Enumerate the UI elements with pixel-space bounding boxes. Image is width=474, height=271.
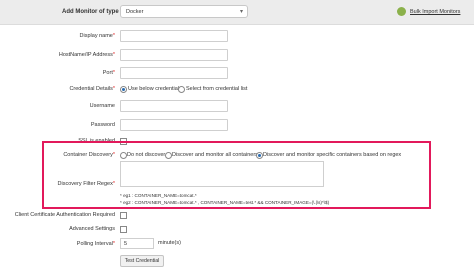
polling-interval-value: 5 xyxy=(124,241,128,247)
display-name-field[interactable] xyxy=(120,30,228,42)
discover-regex-radio[interactable] xyxy=(256,152,263,159)
advanced-settings-label: Advanced Settings xyxy=(69,226,115,232)
client-cert-checkbox[interactable] xyxy=(120,212,127,219)
polling-unit: minute(s) xyxy=(158,240,181,246)
filter-regex-label: Discovery Filter Regex* xyxy=(57,181,115,187)
discover-all-radio[interactable] xyxy=(165,152,172,159)
password-label: Password xyxy=(90,122,115,128)
monitor-type-value: Docker xyxy=(126,9,144,15)
username-field[interactable] xyxy=(120,100,228,112)
port-field[interactable] xyxy=(120,67,228,79)
page-title: Add Monitor of type xyxy=(62,9,119,15)
polling-interval-field[interactable]: 5 xyxy=(120,238,154,249)
port-label: Port* xyxy=(102,70,115,76)
filter-regex-textarea[interactable] xyxy=(120,161,324,187)
password-field[interactable] xyxy=(120,119,228,131)
test-credential-button[interactable]: Test Credential xyxy=(120,255,164,267)
regex-hint-2: * eg2 : CONTAINER_NAME=tomcat.* , CONTAI… xyxy=(120,200,330,205)
username-label: Username xyxy=(89,103,115,109)
do-not-discover-label: Do not discover xyxy=(127,152,166,158)
bulk-import-icon[interactable] xyxy=(397,7,406,16)
polling-interval-label: Polling Interval* xyxy=(76,241,115,247)
monitor-type-select[interactable]: Docker ▾ xyxy=(120,5,248,18)
select-credential-list-radio[interactable] xyxy=(178,86,185,93)
chevron-down-icon: ▾ xyxy=(239,9,243,15)
do-not-discover-radio[interactable] xyxy=(120,152,127,159)
client-cert-label: Client Certificate Authentication Requir… xyxy=(14,212,115,218)
hostname-field[interactable] xyxy=(120,49,228,61)
hostname-label: HostName/IP Address* xyxy=(58,52,115,58)
use-below-credential-label: Use below credential xyxy=(128,86,180,92)
container-discovery-label: Container Discovery* xyxy=(63,152,115,158)
display-name-label: Display name* xyxy=(79,33,115,39)
advanced-settings-checkbox[interactable] xyxy=(120,226,127,233)
discover-all-label: Discover and monitor all containers xyxy=(172,152,258,158)
use-below-credential-radio[interactable] xyxy=(120,86,127,93)
bulk-import-link[interactable]: Bulk Import Monitors xyxy=(410,9,460,15)
credential-label: Credential Details* xyxy=(69,86,115,92)
regex-hint-1: * eg1 : CONTAINER_NAME=tomcat.* xyxy=(120,193,197,198)
discover-regex-label: Discover and monitor specific containers… xyxy=(263,152,402,158)
select-credential-list-label: Select from credential list xyxy=(186,86,248,92)
